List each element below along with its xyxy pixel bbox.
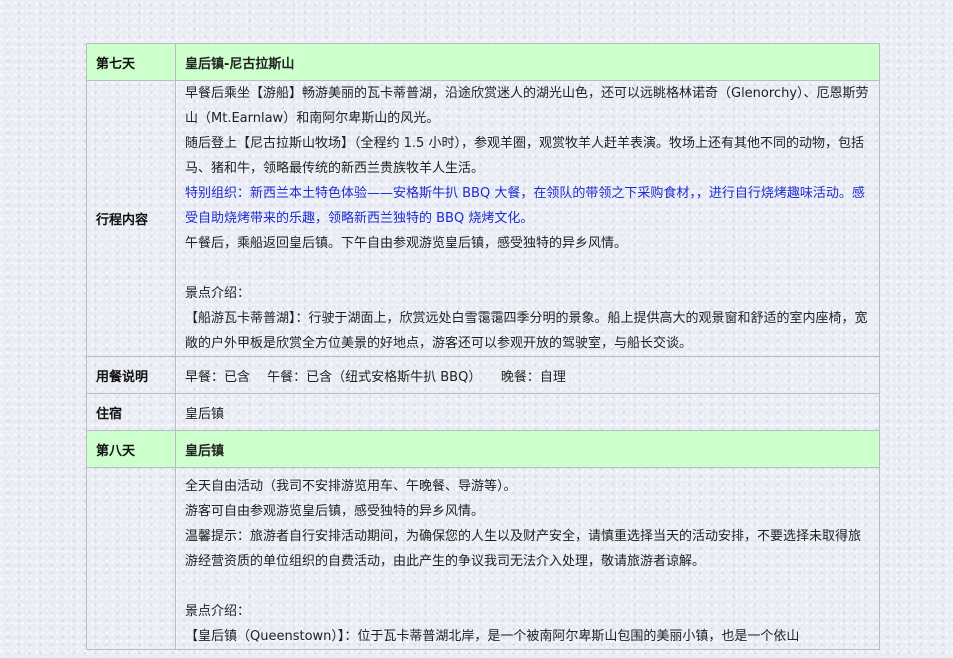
day7-content-row: 行程内容 早餐后乘坐【游船】畅游美丽的瓦卡蒂普湖，沿途欣赏迷人的湖光山色，还可以… bbox=[86, 80, 880, 357]
day8-content-row: 全天自由活动（我司不安排游览用车、午晚餐、导游等）。 游客可自由参观游览皇后镇，… bbox=[86, 467, 880, 650]
day8-header-row: 第八天 皇后镇 bbox=[86, 430, 880, 468]
day7-content-cell: 早餐后乘坐【游船】畅游美丽的瓦卡蒂普湖，沿途欣赏迷人的湖光山色，还可以远眺格林诺… bbox=[175, 80, 880, 357]
day7-special-activity: 特别组织：新西兰本土特色体验——安格斯牛扒 BBQ 大餐，在领队的带领之下采购食… bbox=[185, 186, 865, 226]
day8-title: 皇后镇 bbox=[175, 430, 880, 468]
day7-paragraph-1: 早餐后乘坐【游船】畅游美丽的瓦卡蒂普湖，沿途欣赏迷人的湖光山色，还可以远眺格林诺… bbox=[185, 86, 869, 126]
day7-label: 第七天 bbox=[86, 43, 176, 81]
day8-attraction-text: 【皇后镇（Queenstown）】：位于瓦卡蒂普湖北岸，是一个被南阿尔卑斯山包围… bbox=[185, 629, 800, 644]
day7-attraction-heading: 景点介绍： bbox=[185, 286, 251, 301]
day8-paragraph-1: 全天自由活动（我司不安排游览用车、午晚餐、导游等）。 bbox=[185, 479, 517, 494]
day8-attraction-heading: 景点介绍： bbox=[185, 604, 251, 619]
day8-label: 第八天 bbox=[86, 430, 176, 468]
day8-content-label-cell bbox=[86, 467, 176, 650]
day7-lodging-text: 皇后镇 bbox=[175, 393, 880, 431]
day7-content-label: 行程内容 bbox=[86, 80, 176, 357]
day7-lodging-row: 住宿 皇后镇 bbox=[86, 393, 880, 431]
day7-attraction-text: 【船游瓦卡蒂普湖】：行驶于湖面上，欣赏远处白雪霭霭四季分明的景象。船上提供高大的… bbox=[185, 311, 868, 351]
day8-paragraph-2: 游客可自由参观游览皇后镇，感受独特的异乡风情。 bbox=[185, 504, 485, 519]
day7-lodging-label: 住宿 bbox=[86, 393, 176, 431]
day8-paragraph-3: 温馨提示：旅游者自行安排活动期间，为确保您的人生以及财产安全，请慎重选择当天的活… bbox=[185, 529, 862, 569]
day7-title: 皇后镇-尼古拉斯山 bbox=[175, 43, 880, 81]
day7-meal-row: 用餐说明 早餐：已含 午餐：已含（纽式安格斯牛扒 BBQ） 晚餐：自理 bbox=[86, 356, 880, 394]
day8-content-cell: 全天自由活动（我司不安排游览用车、午晚餐、导游等）。 游客可自由参观游览皇后镇，… bbox=[175, 467, 880, 650]
day7-meal-label: 用餐说明 bbox=[86, 356, 176, 394]
itinerary-table: 第七天 皇后镇-尼古拉斯山 行程内容 早餐后乘坐【游船】畅游美丽的瓦卡蒂普湖，沿… bbox=[86, 43, 880, 650]
day7-meal-text: 早餐：已含 午餐：已含（纽式安格斯牛扒 BBQ） 晚餐：自理 bbox=[175, 356, 880, 394]
day7-paragraph-4: 午餐后，乘船返回皇后镇。下午自由参观游览皇后镇，感受独特的异乡风情。 bbox=[185, 236, 628, 251]
day7-paragraph-2: 随后登上【尼古拉斯山牧场】（全程约 1.5 小时），参观羊圈，观赏牧羊人赶羊表演… bbox=[185, 136, 864, 176]
day7-header-row: 第七天 皇后镇-尼古拉斯山 bbox=[86, 43, 880, 81]
